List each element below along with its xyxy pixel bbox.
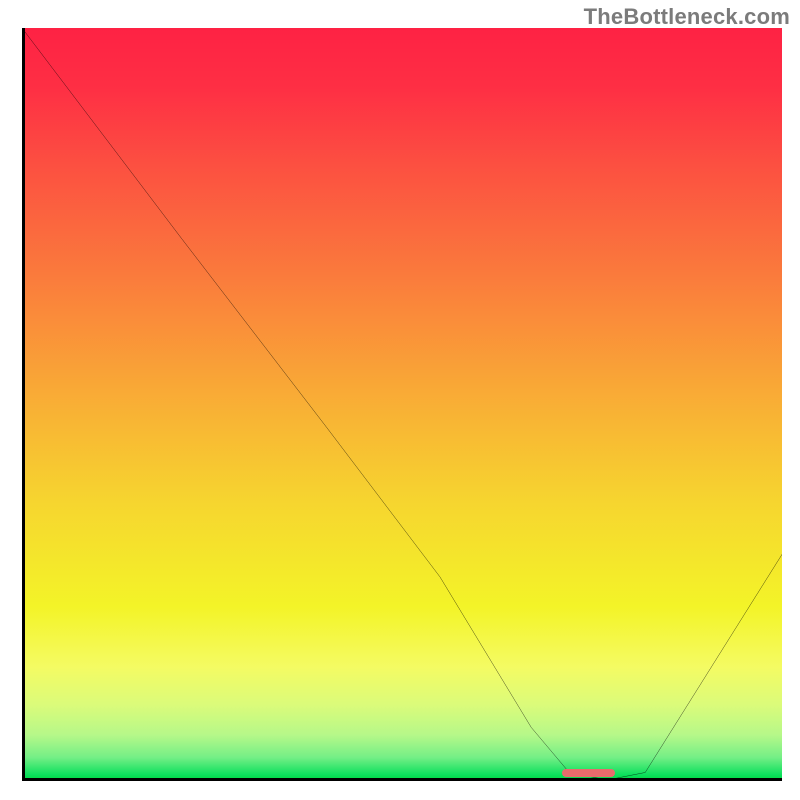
x-axis <box>22 778 782 781</box>
bottleneck-curve <box>22 28 782 780</box>
watermark-text: TheBottleneck.com <box>584 4 790 30</box>
chart-container: TheBottleneck.com <box>0 0 800 800</box>
optimal-range-marker <box>562 769 615 777</box>
plot-area <box>22 28 782 780</box>
y-axis <box>22 28 25 780</box>
